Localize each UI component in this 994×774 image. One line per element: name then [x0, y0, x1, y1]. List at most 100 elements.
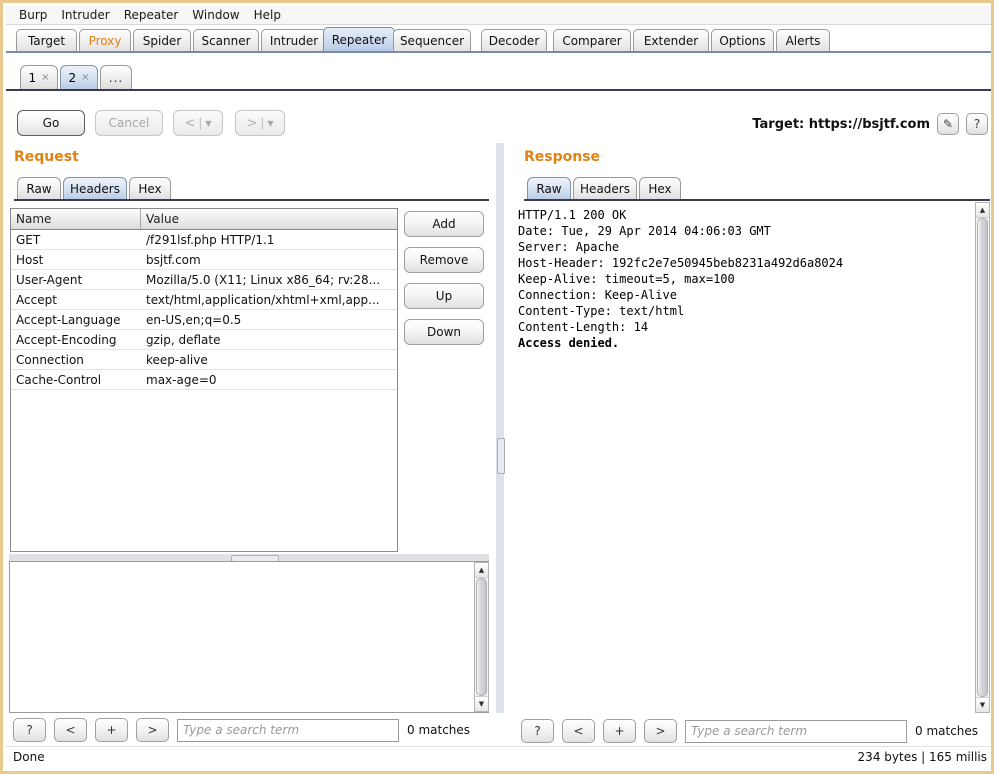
header-name: Host — [16, 252, 44, 267]
tab-sequencer[interactable]: Sequencer — [393, 29, 471, 51]
scroll-down-icon[interactable]: ▼ — [976, 697, 989, 712]
menu-item-help[interactable]: Help — [247, 6, 288, 24]
repeater-tab-2-label: 2 — [68, 70, 77, 85]
chevron-down-icon: ▼ — [267, 118, 274, 128]
scrollbar-thumb[interactable] — [476, 578, 487, 696]
menu-item-burp[interactable]: Burp — [12, 6, 54, 24]
forward-button: > | ▼ — [235, 110, 285, 136]
repeater-tab-2[interactable]: 2 × — [60, 65, 98, 89]
main-tab-strip: Target Proxy Spider Scanner Intruder Rep… — [6, 27, 991, 53]
request-search-next-button[interactable]: > — [136, 718, 169, 742]
request-search-add-button[interactable]: + — [95, 718, 128, 742]
scroll-down-icon[interactable]: ▼ — [475, 696, 488, 711]
tab-intruder[interactable]: Intruder — [261, 29, 327, 51]
table-row[interactable]: Cache-Control max-age=0 — [11, 370, 397, 390]
table-row[interactable]: Accept-Language en-US,en;q=0.5 — [11, 310, 397, 330]
move-up-button[interactable]: Up — [404, 283, 484, 309]
response-search-next-button[interactable]: > — [644, 719, 677, 743]
target-help-button[interactable]: ? — [966, 113, 988, 135]
table-row[interactable]: Connection keep-alive — [11, 350, 397, 370]
move-down-button[interactable]: Down — [404, 319, 484, 345]
response-search-help-button[interactable]: ? — [521, 719, 554, 743]
go-button[interactable]: Go — [17, 110, 85, 136]
table-row[interactable]: Accept-Encoding gzip, deflate — [11, 330, 397, 350]
tab-repeater[interactable]: Repeater — [323, 27, 395, 51]
burp-suite-window: Burp Intruder Repeater Window Help Targe… — [0, 0, 994, 774]
header-value: bsjtf.com — [146, 252, 201, 267]
tab-comparer[interactable]: Comparer — [553, 29, 631, 51]
request-header-actions: Add Remove Up Down — [404, 211, 484, 345]
table-row[interactable]: Host bsjtf.com — [11, 250, 397, 270]
chevron-right-icon: > — [246, 115, 258, 131]
repeater-tab-more[interactable]: ... — [100, 65, 132, 89]
close-icon[interactable]: × — [81, 72, 89, 83]
response-search-add-button[interactable]: + — [603, 719, 636, 743]
help-icon: ? — [973, 117, 981, 131]
header-name: GET — [16, 232, 41, 247]
table-header-row: Name Value — [11, 209, 397, 230]
tab-options[interactable]: Options — [711, 29, 774, 51]
scroll-up-icon[interactable]: ▲ — [976, 203, 989, 218]
column-header-value[interactable]: Value — [141, 209, 397, 229]
response-scrollbar[interactable]: ▲ ▼ — [975, 202, 990, 713]
tab-decoder[interactable]: Decoder — [481, 29, 547, 51]
request-tab-strip: Raw Headers Hex — [14, 173, 489, 201]
response-search-prev-button[interactable]: < — [562, 719, 595, 743]
response-tab-headers[interactable]: Headers — [573, 177, 637, 199]
splitter-grip[interactable] — [497, 438, 505, 474]
response-body-text: Access denied. — [518, 336, 620, 350]
request-tab-raw[interactable]: Raw — [17, 177, 61, 199]
menu-bar: Burp Intruder Repeater Window Help — [6, 6, 991, 25]
response-search-input[interactable] — [685, 719, 907, 743]
menu-item-window[interactable]: Window — [185, 6, 246, 24]
close-icon[interactable]: × — [41, 72, 49, 83]
tab-proxy[interactable]: Proxy — [79, 29, 131, 51]
column-header-name[interactable]: Name — [11, 209, 141, 229]
menu-item-intruder[interactable]: Intruder — [54, 6, 116, 24]
remove-header-button[interactable]: Remove — [404, 247, 484, 273]
response-raw-textarea[interactable]: HTTP/1.1 200 OK Date: Tue, 29 Apr 2014 0… — [512, 203, 968, 713]
target-area: Target: https://bsjtf.com ✎ ? — [752, 113, 988, 135]
table-row[interactable]: User-Agent Mozilla/5.0 (X11; Linux x86_6… — [11, 270, 397, 290]
scrollbar-thumb[interactable] — [977, 218, 988, 697]
repeater-tab-1[interactable]: 1 × — [20, 65, 58, 89]
header-value: gzip, deflate — [146, 332, 221, 347]
target-label: Target: https://bsjtf.com — [752, 117, 930, 132]
request-search-prev-button[interactable]: < — [54, 718, 87, 742]
menu-item-repeater[interactable]: Repeater — [117, 6, 186, 24]
request-panel-title: Request — [14, 149, 79, 165]
response-match-count: 0 matches — [915, 724, 979, 738]
add-header-button[interactable]: Add — [404, 211, 484, 237]
scroll-up-icon[interactable]: ▲ — [475, 563, 488, 578]
tab-target[interactable]: Target — [16, 29, 77, 51]
request-search-help-button[interactable]: ? — [13, 718, 46, 742]
panel-vertical-splitter[interactable] — [496, 143, 505, 713]
response-metrics: 234 bytes | 165 millis — [857, 750, 987, 764]
tab-extender[interactable]: Extender — [633, 29, 709, 51]
tab-scanner[interactable]: Scanner — [193, 29, 259, 51]
response-tab-underline — [524, 199, 990, 201]
request-tab-hex[interactable]: Hex — [129, 177, 171, 199]
response-tab-raw[interactable]: Raw — [527, 177, 571, 199]
tab-spider[interactable]: Spider — [133, 29, 191, 51]
status-bar: Done 234 bytes | 165 millis — [6, 746, 991, 768]
request-secondary-scrollbar[interactable]: ▲ ▼ — [474, 562, 489, 712]
repeater-tab-1-label: 1 — [28, 70, 37, 85]
table-row[interactable]: Accept text/html,application/xhtml+xml,a… — [11, 290, 397, 310]
response-search-bar: ? < + > 0 matches — [521, 719, 978, 743]
header-name: Cache-Control — [16, 372, 102, 387]
status-text: Done — [13, 750, 45, 764]
tab-alerts[interactable]: Alerts — [776, 29, 830, 51]
edit-target-button[interactable]: ✎ — [937, 113, 959, 135]
request-match-count: 0 matches — [407, 723, 471, 737]
request-search-input[interactable] — [177, 718, 399, 742]
request-headers-table[interactable]: Name Value GET /f291lsf.php HTTP/1.1 Hos… — [10, 208, 398, 552]
header-value: text/html,application/xhtml+xml,app... — [146, 292, 380, 307]
target-label-text: Target: — [752, 116, 805, 132]
request-tab-headers[interactable]: Headers — [63, 177, 127, 199]
request-secondary-textarea[interactable] — [9, 561, 489, 713]
response-tab-hex[interactable]: Hex — [639, 177, 681, 199]
header-name: Accept-Encoding — [16, 332, 117, 347]
table-row[interactable]: GET /f291lsf.php HTTP/1.1 — [11, 230, 397, 250]
repeater-tab-strip: 1 × 2 × ... — [6, 59, 991, 91]
